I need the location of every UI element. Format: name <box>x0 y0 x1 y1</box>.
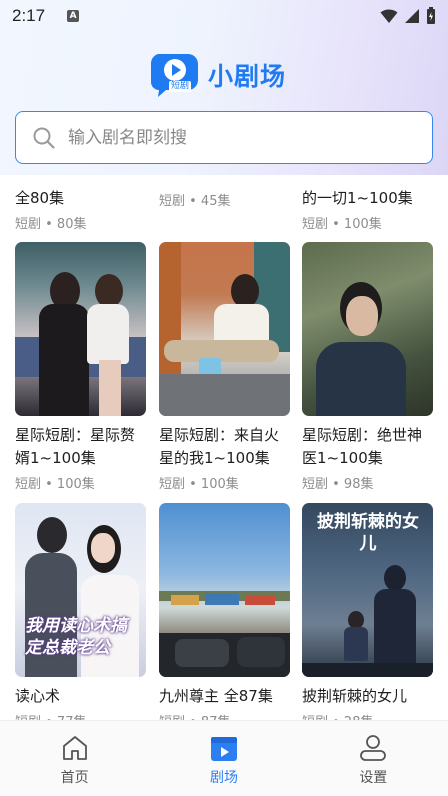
drama-poster: 披荆斩棘的女儿 <box>302 503 433 677</box>
nav-label: 剧场 <box>209 770 238 786</box>
drama-meta: 短剧 • 45集 <box>159 194 231 209</box>
drama-title: 读心术 <box>15 687 61 705</box>
logo-icon: 短剧 <box>150 52 200 98</box>
home-icon <box>62 736 87 760</box>
status-time: 2:17 <box>12 6 46 25</box>
nav-theater[interactable]: 剧场 <box>149 721 298 796</box>
drama-meta: 短剧 • 100集 <box>159 477 239 492</box>
logo-badge: 短剧 <box>169 81 192 92</box>
nav-label: 设置 <box>359 770 388 786</box>
drama-title: 九州尊主 全87集 <box>159 687 273 705</box>
drama-card[interactable]: 短剧 • 45集 <box>159 187 290 209</box>
search-bar[interactable] <box>15 111 433 164</box>
poster-title-text: 披荆斩棘的女儿 <box>317 512 419 554</box>
drama-meta: 短剧 • 100集 <box>15 477 95 492</box>
bottom-nav: 首页 剧场 设置 <box>0 720 448 796</box>
drama-title: 披荆斩棘的女儿 <box>302 687 408 705</box>
drama-meta: 短剧 • 100集 <box>302 217 382 232</box>
user-icon <box>360 735 387 761</box>
drama-meta: 短剧 • 87集 <box>159 711 290 720</box>
theater-icon <box>210 737 237 761</box>
drama-title: 星际短剧：来自火星的我1~100集 <box>159 426 280 467</box>
drama-poster <box>159 242 290 416</box>
wifi-icon <box>380 9 398 23</box>
battery-icon <box>427 7 435 24</box>
status-bar: 2:17 A <box>0 0 448 32</box>
drama-meta: 短剧 • 28集 <box>302 711 433 720</box>
drama-title: 星际短剧：绝世神医1~100集 <box>302 426 423 467</box>
drama-poster <box>159 503 290 677</box>
drama-title: 星际短剧：星际赘婿1~100集 <box>15 426 136 467</box>
drama-poster <box>15 242 146 416</box>
search-icon <box>33 127 55 149</box>
drama-card[interactable]: 星际短剧：星际赘婿1~100集 短剧 • 100集 <box>15 242 146 492</box>
nav-label: 首页 <box>60 770 89 786</box>
drama-grid: 全80集 短剧 • 80集 短剧 • 45集 的一切1~100集 短剧 • 10… <box>0 175 448 720</box>
drama-card[interactable]: 星际短剧：来自火星的我1~100集 短剧 • 100集 <box>159 242 290 492</box>
drama-card[interactable]: 我用读心术搞定总裁老公 读心术 短剧 • 77集 <box>15 503 146 720</box>
nav-home[interactable]: 首页 <box>0 721 149 796</box>
drama-poster <box>302 242 433 416</box>
drama-card[interactable]: 披荆斩棘的女儿 披荆斩棘的女儿 短剧 • 28集 <box>302 503 433 720</box>
drama-card[interactable]: 全80集 短剧 • 80集 <box>15 187 146 232</box>
app-name: 小剧场 <box>208 62 287 91</box>
drama-card[interactable]: 的一切1~100集 短剧 • 100集 <box>302 187 433 232</box>
drama-title: 全80集 <box>15 189 65 207</box>
nav-settings[interactable]: 设置 <box>299 721 448 796</box>
drama-title: 的一切1~100集 <box>302 189 413 207</box>
signal-icon <box>405 9 419 23</box>
app-logo: 短剧 小剧场 <box>150 52 286 98</box>
search-input[interactable] <box>68 127 388 148</box>
drama-meta: 短剧 • 98集 <box>302 477 374 492</box>
drama-card[interactable]: 九州尊主 全87集 短剧 • 87集 <box>159 503 290 720</box>
drama-card[interactable]: 星际短剧：绝世神医1~100集 短剧 • 98集 <box>302 242 433 492</box>
drama-meta: 短剧 • 80集 <box>15 217 87 232</box>
notification-icon: A <box>67 10 80 22</box>
poster-title-text: 我用读心术搞定总裁老公 <box>25 616 127 658</box>
drama-poster: 我用读心术搞定总裁老公 <box>15 503 146 677</box>
drama-meta: 短剧 • 77集 <box>15 711 146 720</box>
